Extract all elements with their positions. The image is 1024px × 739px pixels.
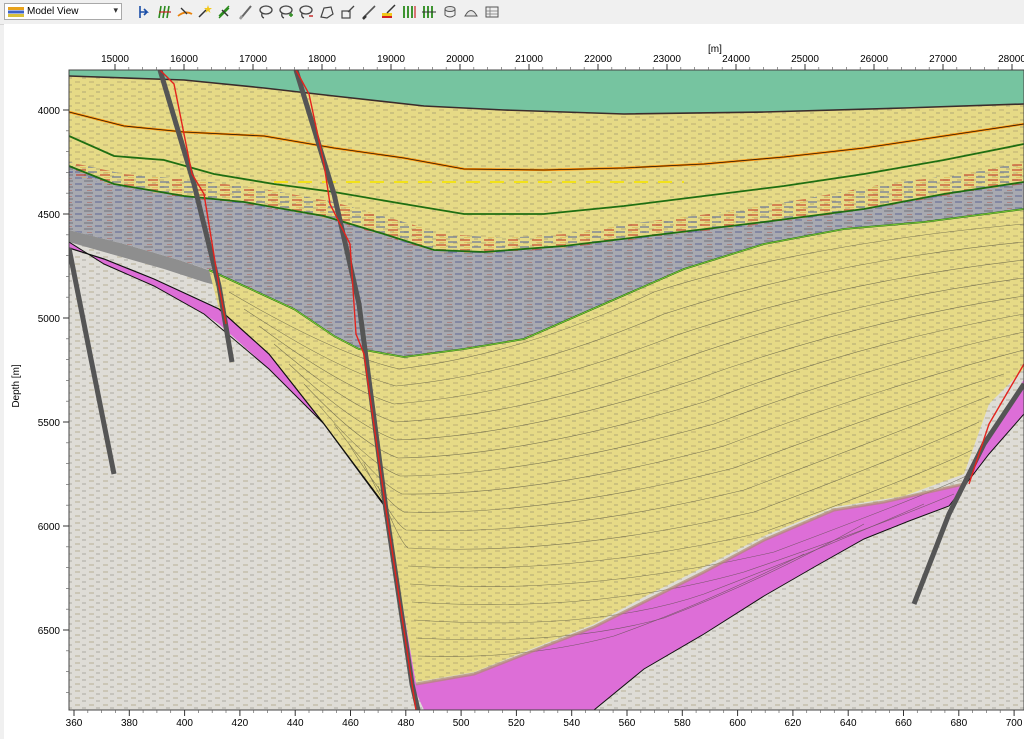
highlight-tool-icon[interactable]: [381, 4, 397, 20]
x-tick-label: 21000: [515, 54, 543, 65]
x-axis-top: 15000 16000 17000 18000 19000 20000 21000 22000…: [101, 54, 1024, 70]
x-tick-label: 19000: [377, 54, 405, 65]
trace-tick-label: 700: [1006, 718, 1023, 729]
cylinder-icon[interactable]: [442, 4, 458, 20]
toolbar: Model View ▾: [0, 0, 1024, 25]
section-view[interactable]: 15000 16000 17000 18000 19000 20000 21000 22000…: [4, 24, 1024, 739]
depth-tick-label: 6000: [38, 522, 61, 533]
select-tool-icon[interactable]: [137, 4, 153, 20]
digitize-faults-icon[interactable]: [157, 4, 173, 20]
depth-tick-label: 5500: [38, 418, 61, 429]
model-view-icon: [8, 7, 24, 17]
x-tick-label: 25000: [791, 54, 819, 65]
trace-tick-label: 620: [785, 718, 802, 729]
depth-tick-label: 4000: [38, 106, 61, 117]
edit-horizon-icon[interactable]: [177, 4, 193, 20]
trace-tick-label: 640: [840, 718, 857, 729]
depth-tick-label: 5000: [38, 314, 61, 325]
polygon-tool-icon[interactable]: [319, 4, 335, 20]
x-tick-label: 27000: [929, 54, 957, 65]
trace-tick-label: 400: [176, 718, 193, 729]
trace-tick-label: 540: [563, 718, 580, 729]
polygon-edit-icon[interactable]: [340, 4, 356, 20]
x-tick-label: 20000: [446, 54, 474, 65]
fault-sticks-icon[interactable]: [401, 4, 417, 20]
x-tick-label: 15000: [101, 54, 129, 65]
seismic-section[interactable]: 15000 16000 17000 18000 19000 20000 21000 22000…: [4, 24, 1024, 739]
depth-axis: 4000 4500 5000 5500 6000 6500: [38, 106, 69, 693]
trace-tick-label: 680: [950, 718, 967, 729]
x-axis-unit: [m]: [708, 44, 722, 55]
depth-axis-label: Depth [m]: [11, 364, 22, 408]
trace-tick-label: 380: [121, 718, 138, 729]
x-tick-label: 28000: [998, 54, 1024, 65]
trace-tick-label: 560: [619, 718, 636, 729]
trace-tick-label: 600: [729, 718, 746, 729]
x-tick-label: 22000: [584, 54, 612, 65]
trace-tick-label: 520: [508, 718, 525, 729]
trace-tick-label: 580: [674, 718, 691, 729]
trace-tick-label: 420: [232, 718, 249, 729]
x-tick-label: 17000: [239, 54, 267, 65]
trace-tick-label: 480: [397, 718, 414, 729]
pencil-tool-icon[interactable]: [217, 4, 233, 20]
section-layers: [69, 70, 1024, 710]
x-tick-label: 24000: [722, 54, 750, 65]
settings-grid-icon[interactable]: [484, 4, 500, 20]
star-tool-icon[interactable]: [197, 4, 213, 20]
trace-axis: 360 380 400 420 440 460 480 500 520 540 560 580 600 6…: [66, 710, 1023, 729]
x-tick-label: 16000: [170, 54, 198, 65]
depth-tick-label: 4500: [38, 210, 61, 221]
dome-icon[interactable]: [463, 4, 479, 20]
lasso-add-icon[interactable]: [278, 4, 294, 20]
x-tick-label: 26000: [860, 54, 888, 65]
line-tool-icon[interactable]: [361, 4, 377, 20]
trace-tick-label: 360: [66, 718, 83, 729]
lasso-tool-icon[interactable]: [258, 4, 274, 20]
trace-tick-label: 500: [453, 718, 470, 729]
trace-tick-label: 440: [287, 718, 304, 729]
x-tick-label: 18000: [308, 54, 336, 65]
fault-sticks-alt-icon[interactable]: [421, 4, 437, 20]
chevron-down-icon: ▾: [113, 5, 118, 15]
x-tick-label: 23000: [653, 54, 681, 65]
view-select-value: Model View: [27, 6, 79, 17]
depth-tick-label: 6500: [38, 626, 61, 637]
trace-tick-label: 460: [342, 718, 359, 729]
view-select[interactable]: Model View ▾: [4, 3, 122, 20]
brush-tool-icon[interactable]: [238, 4, 254, 20]
trace-tick-label: 660: [895, 718, 912, 729]
lasso-remove-icon[interactable]: [298, 4, 314, 20]
